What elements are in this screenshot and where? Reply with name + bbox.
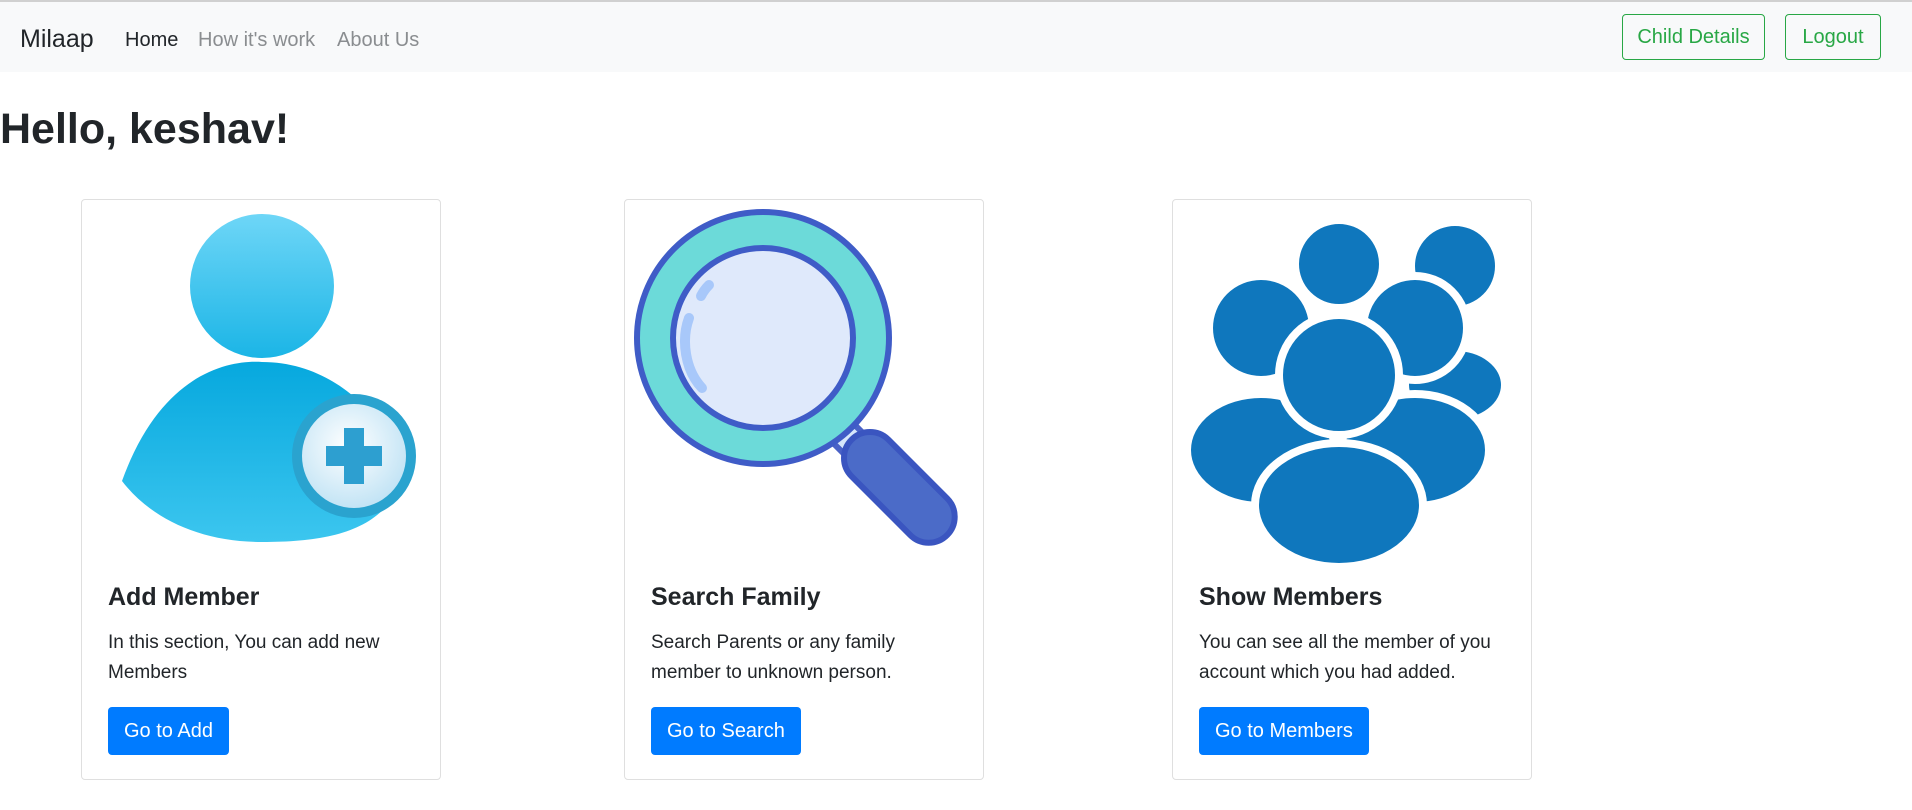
card-text: You can see all the member of you accoun…	[1199, 632, 1491, 683]
go-to-add-button[interactable]: Go to Add	[108, 707, 229, 755]
greeting-heading: Hello, keshav!	[0, 105, 290, 153]
card-title: Search Family	[651, 583, 821, 611]
card-title: Show Members	[1199, 583, 1383, 611]
navbar: Milaap Home How it's work About Us Child…	[0, 2, 1912, 72]
add-user-icon	[82, 200, 440, 570]
nav-link-home[interactable]: Home	[125, 28, 178, 52]
card-text: In this section, You can add new Members	[108, 632, 380, 683]
logout-button[interactable]: Logout	[1785, 14, 1881, 60]
nav-link-about-us[interactable]: About Us	[337, 28, 419, 52]
search-family-card: Search Family Search Parents or any fami…	[624, 199, 984, 780]
nav-link-how-it-works[interactable]: How it's work	[198, 28, 315, 52]
group-icon	[1173, 200, 1531, 570]
go-to-search-button[interactable]: Go to Search	[651, 707, 801, 755]
add-member-card: Add Member In this section, You can add …	[81, 199, 441, 780]
card-text: Search Parents or any family member to u…	[651, 632, 895, 683]
magnifier-icon	[625, 200, 983, 570]
go-to-members-button[interactable]: Go to Members	[1199, 707, 1369, 755]
card-title: Add Member	[108, 583, 260, 611]
child-details-button[interactable]: Child Details	[1622, 14, 1765, 60]
brand-logo[interactable]: Milaap	[20, 24, 94, 54]
show-members-card: Show Members You can see all the member …	[1172, 199, 1532, 780]
